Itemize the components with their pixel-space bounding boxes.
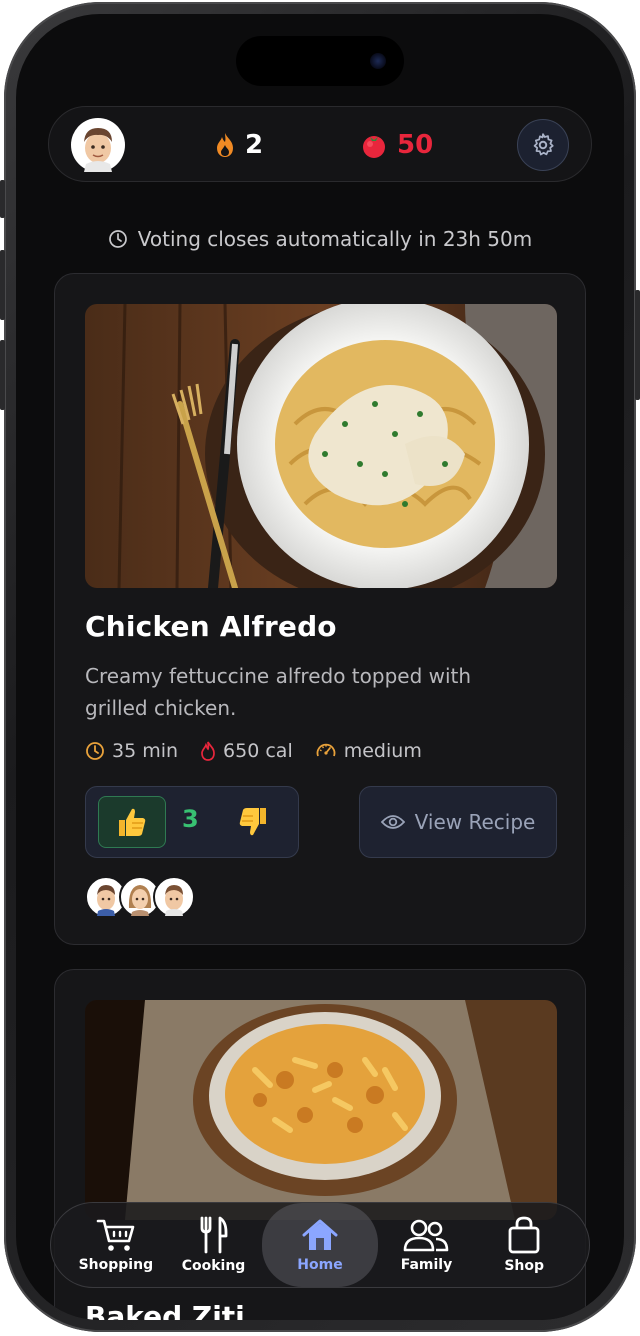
- app-screen: 2 50 Voting closes automatically in 23h …: [16, 14, 624, 1320]
- downvote-button[interactable]: [226, 796, 280, 848]
- calories-text: 650 cal: [223, 740, 293, 762]
- clock-icon: [108, 230, 127, 248]
- bag-icon: [508, 1216, 540, 1254]
- thumbs-down-icon: [239, 808, 266, 836]
- gear-icon: [533, 133, 554, 156]
- recipe-description: Creamy fettuccine alfredo topped with gr…: [85, 664, 472, 720]
- settings-button[interactable]: [517, 119, 569, 171]
- memoji-avatar-icon: [165, 885, 183, 916]
- utensils-icon: [200, 1216, 227, 1254]
- gauge-icon: [316, 743, 336, 757]
- vote-controls: 3: [85, 786, 299, 858]
- cook-time-text: 35 min: [112, 740, 179, 762]
- streak-counter: 2: [215, 127, 263, 163]
- home-icon: [302, 1219, 338, 1250]
- nav-shopping-label: Shopping: [78, 1257, 154, 1273]
- difficulty: medium: [315, 740, 422, 762]
- camera-icon: [370, 53, 386, 69]
- recipe-image: [85, 1000, 557, 1220]
- power-button: [635, 290, 640, 400]
- nav-family[interactable]: Family: [378, 1203, 476, 1287]
- recipe-title: Baked Ziti: [85, 1300, 245, 1320]
- nav-cooking-label: Cooking: [181, 1258, 246, 1274]
- action-button: [0, 180, 5, 218]
- nav-shopping[interactable]: Shopping: [67, 1203, 165, 1287]
- volume-up-button: [0, 250, 5, 320]
- memoji-avatar-icon: [84, 128, 112, 172]
- voting-notice-text: Voting closes automatically in 23h 50m: [137, 227, 533, 251]
- recipe-title: Chicken Alfredo: [85, 610, 337, 643]
- nav-cooking[interactable]: Cooking: [165, 1203, 263, 1287]
- flame-icon: [217, 133, 233, 157]
- voter-avatar: [153, 876, 195, 918]
- calories: 650 cal: [200, 740, 293, 762]
- top-bar: 2 50: [48, 106, 592, 182]
- cart-icon: [96, 1219, 135, 1251]
- eye-icon: [380, 815, 405, 829]
- user-avatar[interactable]: [71, 118, 125, 172]
- cook-time: 35 min: [85, 740, 178, 762]
- nav-shop-label: Shop: [504, 1258, 545, 1274]
- tomato-count: 50: [397, 130, 434, 160]
- nav-home-label: Home: [297, 1257, 343, 1273]
- flame-icon: [201, 741, 215, 761]
- thumbs-up-icon: [119, 808, 146, 836]
- tomato-counter: 50: [361, 127, 433, 163]
- tomato-icon: [363, 136, 385, 158]
- view-recipe-button[interactable]: View Recipe: [359, 786, 557, 858]
- nav-family-label: Family: [400, 1257, 453, 1273]
- upvote-button[interactable]: [98, 796, 166, 848]
- streak-count: 2: [245, 130, 264, 160]
- recipe-card[interactable]: Chicken Alfredo Creamy fettuccine alfred…: [54, 273, 586, 945]
- family-icon: [404, 1219, 449, 1252]
- difficulty-text: medium: [343, 740, 422, 762]
- dynamic-island: [236, 36, 404, 86]
- chicken-alfredo-photo-icon: [85, 304, 557, 588]
- recipe-meta: 35 min 650 cal medium: [85, 740, 444, 762]
- baked-ziti-photo-icon: [85, 1000, 557, 1220]
- bottom-nav: Shopping Cooking Home Family Shop: [50, 1202, 590, 1288]
- clock-icon: [86, 742, 104, 760]
- view-recipe-label: View Recipe: [414, 810, 536, 834]
- vote-count: 3: [182, 805, 199, 833]
- nav-shop[interactable]: Shop: [475, 1203, 573, 1287]
- nav-home[interactable]: Home: [262, 1203, 378, 1287]
- volume-down-button: [0, 340, 5, 410]
- voting-notice: Voting closes automatically in 23h 50m: [16, 224, 624, 254]
- recipe-image: [85, 304, 557, 588]
